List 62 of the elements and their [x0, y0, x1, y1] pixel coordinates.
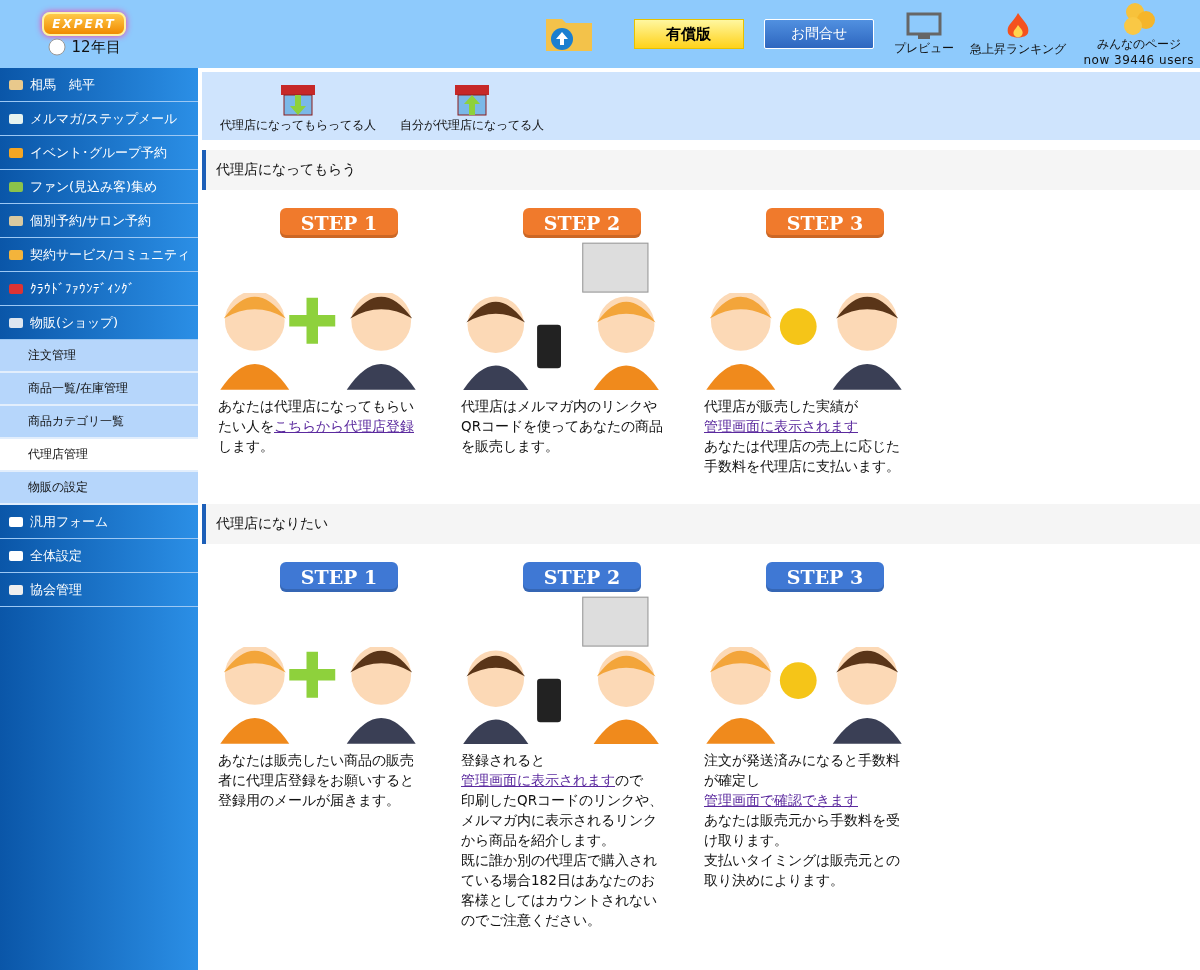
- shop-upload-icon: [453, 83, 491, 117]
- step-badge: STEP 3: [766, 208, 884, 238]
- menu-icon: [8, 111, 24, 126]
- step-description: あなたは販売元から手数料を受け取ります。: [704, 811, 901, 850]
- menu-icon: [8, 247, 24, 262]
- section-title: 代理店になってもらう: [202, 150, 1200, 190]
- menu-icon: [8, 514, 24, 529]
- shop-download-icon: [279, 83, 317, 117]
- step-badge: STEP 3: [766, 562, 884, 592]
- menu-icon: [8, 281, 24, 296]
- user-count: now 39446 users: [1083, 52, 1194, 67]
- step-description: あなたは代理店の売上に応じた手数料を代理店に支払います。: [704, 437, 901, 476]
- sidebar-item-label: 個別予約/サロン予約: [30, 211, 152, 230]
- sidebar-item-label: 汎用フォーム: [30, 512, 108, 531]
- step-badge: STEP 1: [280, 208, 398, 238]
- sidebar-item-label: 協会管理: [30, 580, 82, 599]
- admin-link[interactable]: 管理画面に表示されます: [461, 772, 615, 788]
- preview-link[interactable]: プレビュー: [893, 11, 954, 57]
- sidebar-subitem[interactable]: 代理店管理: [0, 439, 198, 472]
- sidebar-subitem[interactable]: 物販の設定: [0, 472, 198, 505]
- sidebar-subitem[interactable]: 注文管理: [0, 340, 198, 373]
- step-description: 印刷したQRコードのリンクや、メルマガ内に表示されるリンクから商品を紹介します。: [461, 791, 664, 850]
- menu-icon: [8, 582, 24, 597]
- sidebar-item-label: 相馬 純平: [30, 75, 95, 94]
- ranking-link[interactable]: 急上昇ランキング: [969, 10, 1066, 58]
- step-description: 注文が発送済みになると手数料が確定し 管理画面で確認できます: [704, 751, 901, 810]
- toolbar-link[interactable]: 自分が代理店になってる人: [400, 72, 544, 140]
- menu-icon: [8, 179, 24, 194]
- sidebar-item-label: メルマガ/ステップメール: [30, 109, 178, 128]
- step-badge: STEP 1: [280, 562, 398, 592]
- sidebar-item-label: イベント･グループ予約: [30, 143, 167, 162]
- menu-icon: [8, 315, 24, 330]
- sidebar-subitem[interactable]: 商品一覧/在庫管理: [0, 373, 198, 406]
- step-description: 既に誰か別の代理店で購入されている場合182日はあなたのお客様としてはカウントされないのでご注意ください。: [461, 851, 658, 930]
- step-description: 代理店はメルマガ内のリンクやQRコードを使ってあなたの商品を販売します。: [461, 397, 664, 456]
- sidebar-item-label: 全体設定: [30, 546, 82, 565]
- admin-link[interactable]: こちらから代理店登録: [274, 418, 414, 434]
- step-description: あなたは販売したい商品の販売者に代理店登録をお願いすると登録用のメールが届きます。: [218, 751, 415, 810]
- menu-icon: [8, 145, 24, 160]
- step-description: 代理店が販売した実績が 管理画面に表示されます: [704, 397, 859, 436]
- section-title: 代理店になりたい: [202, 504, 1200, 544]
- years-label: 12年目: [71, 37, 121, 57]
- sidebar-item-label: 物販(ショップ): [30, 313, 119, 332]
- step-description: あなたは代理店になってもらいたい人を こちらから代理店登録 します。: [218, 397, 415, 456]
- step-description: 支払いタイミングは販売元との取り決めによります。: [704, 851, 901, 890]
- step-badge: STEP 2: [523, 208, 641, 238]
- sidebar-item-label: ｸﾗｳﾄﾞﾌｧｳﾝﾃﾞｨﾝｸﾞ: [30, 281, 135, 296]
- menu-icon: [8, 548, 24, 563]
- admin-link[interactable]: 管理画面に表示されます: [704, 418, 858, 434]
- menu-icon: [8, 213, 24, 228]
- monitor-icon: [905, 11, 942, 40]
- sidebar-item-label: ファン(見込み客)集め: [30, 177, 158, 196]
- step-badge: STEP 2: [523, 562, 641, 592]
- toolbar-link[interactable]: 代理店になってもらってる人: [220, 72, 376, 140]
- step-description: 登録されると 管理画面に表示されますので: [461, 751, 644, 790]
- sidebar-item-label: 契約サービス/コミュニティ: [30, 245, 191, 264]
- sidebar-subitem[interactable]: 商品カテゴリ一覧: [0, 406, 198, 439]
- contact-button[interactable]: お問合せ: [763, 19, 874, 49]
- admin-link[interactable]: 管理画面で確認できます: [704, 792, 858, 808]
- paid-version-button[interactable]: 有償版: [633, 19, 744, 49]
- menu-icon: [8, 77, 24, 92]
- everyone-page-link[interactable]: みんなのページ: [1096, 35, 1181, 53]
